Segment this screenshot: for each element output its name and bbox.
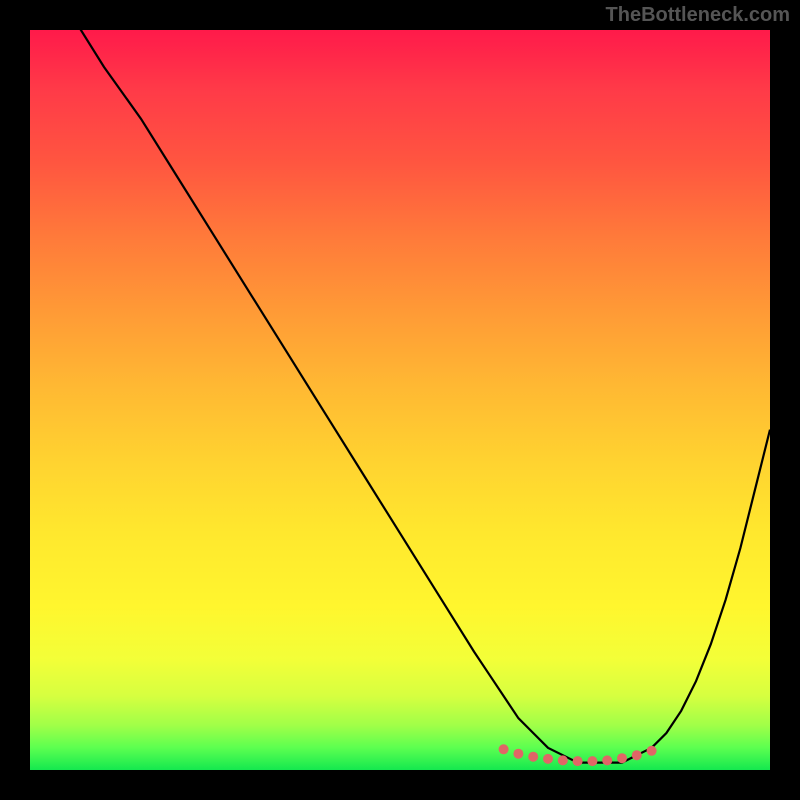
optimal-range-markers <box>30 30 770 770</box>
watermark-text: TheBottleneck.com <box>606 4 790 27</box>
bottleneck-curve <box>30 30 770 770</box>
chart-plot-area <box>30 30 770 770</box>
